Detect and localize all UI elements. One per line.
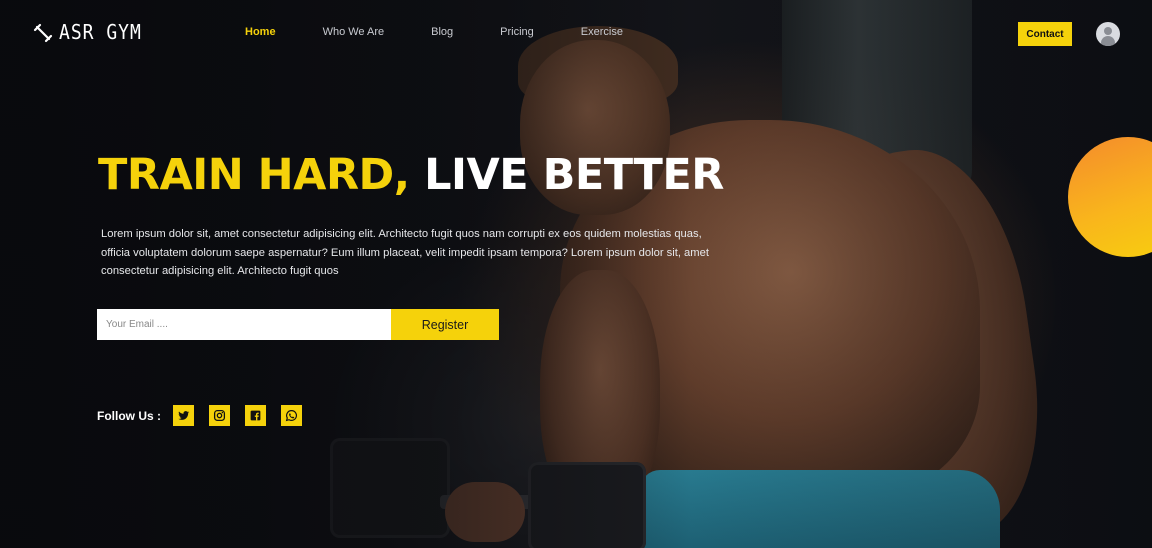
facebook-icon[interactable]: [245, 405, 266, 426]
logo-text: ASR GYM: [59, 20, 142, 45]
signup-form: Register: [97, 309, 499, 340]
navbar: ASR GYM Home Who We Are Blog Pricing Exe…: [0, 0, 1152, 66]
dumbbell-icon: [33, 23, 53, 42]
nav-pricing[interactable]: Pricing: [500, 26, 534, 38]
hero-description: Lorem ipsum dolor sit, amet consectetur …: [101, 228, 709, 277]
logo[interactable]: ASR GYM: [33, 20, 142, 45]
whatsapp-icon[interactable]: [281, 405, 302, 426]
contact-button[interactable]: Contact: [1018, 22, 1072, 46]
headline-rest: LIVE BETTER: [409, 150, 724, 200]
nav-blog[interactable]: Blog: [431, 26, 453, 38]
email-input[interactable]: [97, 309, 391, 340]
user-icon: [1104, 27, 1112, 35]
follow-label: Follow Us :: [97, 408, 161, 423]
instagram-icon[interactable]: [209, 405, 230, 426]
register-button[interactable]: Register: [391, 309, 499, 340]
hero-headline: TRAIN HARD, LIVE BETTER: [98, 150, 724, 200]
nav-who-we-are[interactable]: Who We Are: [323, 26, 385, 38]
follow-us: Follow Us :: [97, 405, 317, 426]
nav-exercise[interactable]: Exercise: [581, 26, 623, 38]
user-icon-body: [1101, 36, 1115, 46]
avatar[interactable]: [1096, 22, 1120, 46]
twitter-icon[interactable]: [173, 405, 194, 426]
nav-links: Home Who We Are Blog Pricing Exercise: [245, 26, 670, 38]
headline-accent: TRAIN HARD,: [98, 150, 410, 200]
nav-home[interactable]: Home: [245, 26, 276, 38]
